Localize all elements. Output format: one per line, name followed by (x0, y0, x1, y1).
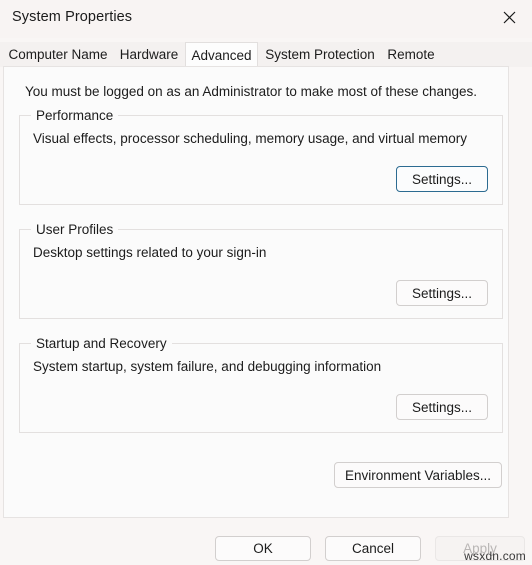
button-label: OK (253, 541, 273, 556)
tab-label: Hardware (119, 47, 179, 62)
group-description: System startup, system failure, and debu… (33, 359, 382, 374)
button-label: Settings... (411, 171, 473, 187)
tab-strip: Computer Name Hardware Advanced System P… (0, 42, 532, 67)
administrator-note: You must be logged on as an Administrato… (25, 84, 478, 99)
watermark: wsxdn.com (464, 549, 526, 563)
tab-label: System Protection (265, 47, 375, 62)
button-label: Environment Variables... (344, 467, 492, 483)
tab-remote[interactable]: Remote (382, 42, 440, 67)
group-description: Visual effects, processor scheduling, me… (33, 131, 467, 146)
group-description: Desktop settings related to your sign-in (33, 245, 267, 260)
tab-advanced[interactable]: Advanced (185, 42, 258, 67)
startup-recovery-group: Startup and Recovery System startup, sys… (19, 336, 503, 433)
group-title: User Profiles (31, 222, 119, 237)
cancel-button[interactable]: Cancel (325, 536, 421, 561)
tab-label: Advanced (191, 47, 252, 63)
window-title: System Properties (12, 9, 133, 25)
user-profiles-group: User Profiles Desktop settings related t… (19, 222, 503, 319)
system-properties-dialog: System Properties Computer Name Hardware… (0, 0, 532, 565)
group-title: Performance (31, 108, 119, 123)
tab-system-protection[interactable]: System Protection (258, 42, 382, 67)
close-icon[interactable] (486, 0, 532, 34)
button-label: Settings... (411, 399, 473, 415)
title-bar: System Properties (0, 0, 532, 38)
ok-button[interactable]: OK (215, 536, 311, 561)
user-profiles-settings-button[interactable]: Settings... (396, 280, 488, 306)
button-label: Settings... (411, 285, 473, 301)
tab-label: Remote (387, 47, 435, 62)
startup-recovery-settings-button[interactable]: Settings... (396, 394, 488, 420)
performance-group: Performance Visual effects, processor sc… (19, 108, 503, 205)
tab-label: Computer Name (8, 47, 108, 62)
group-title: Startup and Recovery (31, 336, 172, 351)
button-label: Cancel (351, 541, 395, 556)
environment-variables-button[interactable]: Environment Variables... (334, 462, 502, 488)
performance-settings-button[interactable]: Settings... (396, 166, 488, 192)
tab-hardware[interactable]: Hardware (113, 42, 185, 67)
tab-computer-name[interactable]: Computer Name (3, 42, 113, 67)
